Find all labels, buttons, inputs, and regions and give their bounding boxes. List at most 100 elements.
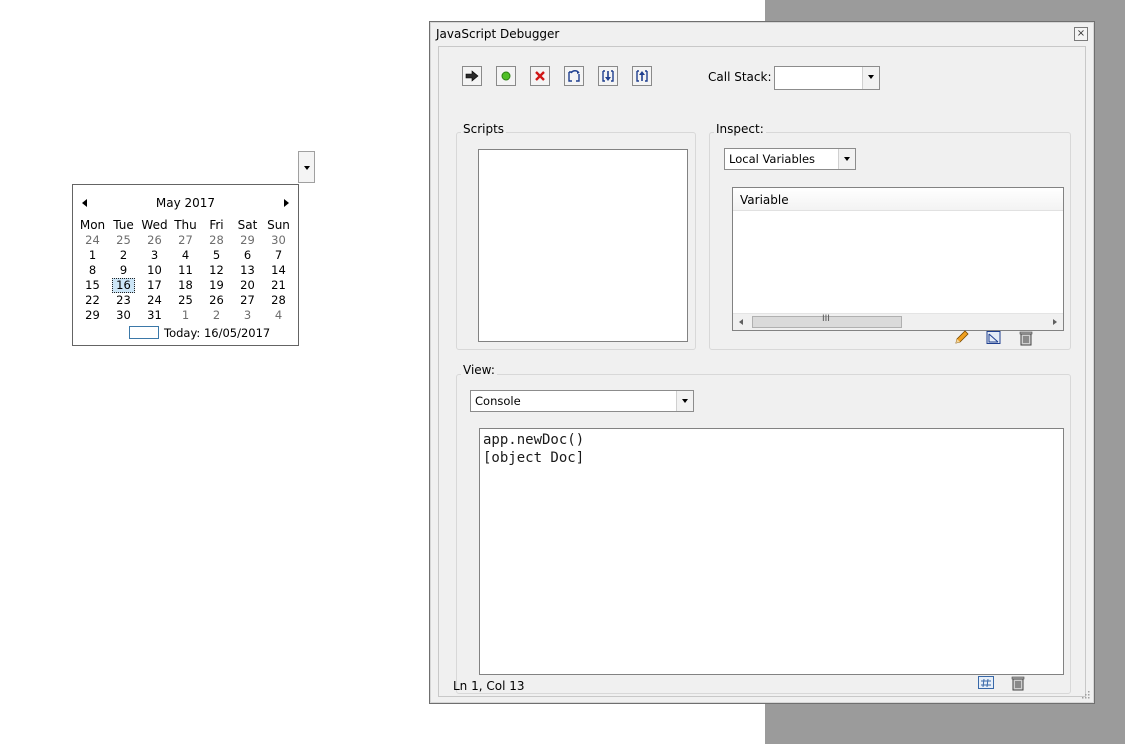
calendar-popup: May 2017 Mon Tue Wed Thu Fri Sat Sun 24 25 26 27 28…: [72, 184, 299, 346]
calendar-day[interactable]: 30: [263, 233, 294, 248]
line-numbers-button[interactable]: [977, 675, 995, 691]
calendar-day[interactable]: 19: [201, 278, 232, 293]
calendar-day[interactable]: 25: [108, 233, 139, 248]
calendar-day[interactable]: 4: [170, 248, 201, 263]
console-text-area[interactable]: app.newDoc() [object Doc]: [479, 428, 1064, 675]
weekday-header: Tue: [113, 218, 134, 232]
weekday-header: Sun: [267, 218, 290, 232]
calendar-day[interactable]: 17: [139, 278, 170, 293]
step-into-icon: [602, 70, 614, 82]
view-dropdown-value: Console: [475, 394, 521, 408]
weekday-header: Thu: [174, 218, 197, 232]
call-stack-dropdown[interactable]: [774, 66, 880, 90]
variable-column-header[interactable]: Variable: [733, 188, 1063, 211]
calendar-day[interactable]: 7: [263, 248, 294, 263]
calendar-day[interactable]: 27: [170, 233, 201, 248]
calendar-day[interactable]: 23: [108, 293, 139, 308]
calendar-day[interactable]: 26: [201, 293, 232, 308]
calendar-day[interactable]: 31: [139, 308, 170, 323]
today-marker-icon: [129, 326, 159, 339]
next-month-icon[interactable]: [284, 199, 289, 207]
calendar-day[interactable]: 29: [77, 308, 108, 323]
watch-button[interactable]: [985, 330, 1003, 346]
calendar-day[interactable]: 24: [77, 233, 108, 248]
calendar-month-title[interactable]: May 2017: [73, 196, 298, 210]
inspect-group-label: Inspect:: [714, 122, 766, 136]
calendar-day[interactable]: 5: [201, 248, 232, 263]
stop-button[interactable]: [530, 66, 550, 86]
delete-variable-button[interactable]: [1017, 330, 1035, 346]
calendar-day[interactable]: 21: [263, 278, 294, 293]
chevron-down-icon: [838, 149, 855, 169]
title-bar[interactable]: JavaScript Debugger ×: [430, 22, 1094, 46]
step-over-button[interactable]: [564, 66, 584, 86]
scripts-group-label: Scripts: [461, 122, 507, 136]
clear-console-button[interactable]: [1009, 675, 1027, 691]
calendar-day[interactable]: 11: [170, 263, 201, 278]
scrollbar-grip-icon: III: [822, 314, 830, 324]
calendar-day[interactable]: 14: [263, 263, 294, 278]
calendar-day[interactable]: 3: [139, 248, 170, 263]
calendar-today-row[interactable]: Today: 16/05/2017: [129, 326, 270, 340]
scrollbar-thumb[interactable]: III: [752, 314, 902, 328]
resume-icon: [465, 70, 479, 82]
stop-icon: [535, 71, 545, 81]
inspect-dropdown[interactable]: Local Variables: [724, 148, 856, 170]
calendar-day[interactable]: 12: [201, 263, 232, 278]
calendar-header: May 2017: [73, 195, 298, 211]
calendar-day[interactable]: 8: [77, 263, 108, 278]
calendar-day[interactable]: 28: [201, 233, 232, 248]
variables-list[interactable]: Variable III: [732, 187, 1064, 331]
close-button[interactable]: ×: [1074, 27, 1088, 41]
calendar-day[interactable]: 16: [112, 278, 135, 293]
variable-column-label: Variable: [740, 193, 789, 207]
resume-button[interactable]: [462, 66, 482, 86]
scroll-left-icon[interactable]: [739, 319, 743, 325]
chevron-down-icon: [862, 67, 879, 89]
calendar-day[interactable]: 25: [170, 293, 201, 308]
calendar-day[interactable]: 15: [77, 278, 108, 293]
scripts-list[interactable]: [478, 149, 688, 342]
date-dropdown-button[interactable]: [298, 151, 315, 183]
watch-icon: [986, 331, 1001, 344]
view-dropdown[interactable]: Console: [470, 390, 694, 412]
calendar-day[interactable]: 6: [232, 248, 263, 263]
weekday-header: Sat: [237, 218, 258, 232]
chevron-down-icon: [676, 391, 693, 411]
calendar-day[interactable]: 30: [108, 308, 139, 323]
view-group-label: View:: [461, 363, 497, 377]
status-bar-position: Ln 1, Col 13: [453, 679, 525, 693]
resize-grip-icon[interactable]: [1080, 689, 1090, 699]
edit-icon: [955, 330, 969, 344]
calendar-day[interactable]: 3: [232, 308, 263, 323]
calendar-day[interactable]: 10: [139, 263, 170, 278]
line-numbers-icon: [978, 676, 994, 689]
calendar-day[interactable]: 2: [108, 248, 139, 263]
run-icon: [501, 71, 511, 81]
calendar-day[interactable]: 22: [77, 293, 108, 308]
today-label[interactable]: Today: 16/05/2017: [164, 326, 270, 340]
calendar-day[interactable]: 13: [232, 263, 263, 278]
calendar-day[interactable]: 28: [263, 293, 294, 308]
calendar-day[interactable]: 20: [232, 278, 263, 293]
step-into-button[interactable]: [598, 66, 618, 86]
weekday-header: Wed: [141, 218, 168, 232]
inspect-dropdown-value: Local Variables: [729, 152, 816, 166]
calendar-day[interactable]: 2: [201, 308, 232, 323]
calendar-day[interactable]: 1: [77, 248, 108, 263]
calendar-day[interactable]: 24: [139, 293, 170, 308]
delete-icon: [1019, 331, 1033, 346]
call-stack-label: Call Stack:: [708, 70, 772, 84]
edit-variable-button[interactable]: [953, 330, 971, 346]
calendar-day[interactable]: 27: [232, 293, 263, 308]
scroll-right-icon[interactable]: [1053, 319, 1057, 325]
calendar-day[interactable]: 18: [170, 278, 201, 293]
horizontal-scrollbar[interactable]: III: [733, 313, 1063, 330]
calendar-day[interactable]: 9: [108, 263, 139, 278]
run-button[interactable]: [496, 66, 516, 86]
calendar-day[interactable]: 4: [263, 308, 294, 323]
calendar-day[interactable]: 26: [139, 233, 170, 248]
step-out-button[interactable]: [632, 66, 652, 86]
calendar-day[interactable]: 1: [170, 308, 201, 323]
calendar-day[interactable]: 29: [232, 233, 263, 248]
